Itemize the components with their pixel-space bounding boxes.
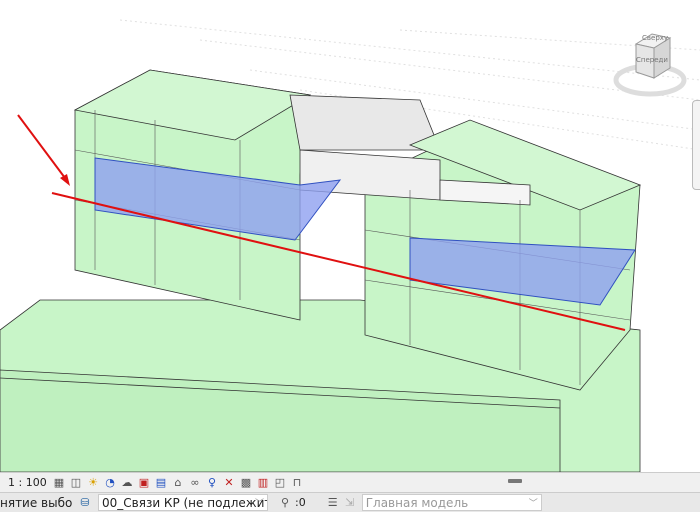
- chevron-down-icon: ﹀: [528, 499, 538, 509]
- visual-style-icon[interactable]: ◫: [69, 476, 83, 489]
- highlight-displacement-icon[interactable]: ▩: [239, 476, 253, 489]
- filter-icon[interactable]: ⚲: [278, 496, 292, 509]
- building-model: [0, 19, 700, 472]
- design-option-dropdown[interactable]: Главная модель ﹀: [361, 494, 542, 511]
- analytical-model-icon[interactable]: ◰: [273, 476, 287, 489]
- shadows-icon[interactable]: ◔: [103, 476, 117, 489]
- show-crop-icon[interactable]: ▤: [154, 476, 168, 489]
- unlock-3d-icon[interactable]: ⌂: [171, 476, 185, 489]
- viewcube-top-face[interactable]: Сверху: [642, 34, 668, 42]
- temporary-view-icon[interactable]: ✕: [222, 476, 236, 489]
- 3d-view-canvas[interactable]: Сверху Спереди: [0, 0, 700, 472]
- editable-only-icon[interactable]: ☰: [326, 496, 340, 509]
- viewcube[interactable]: Сверху Спереди: [612, 20, 700, 100]
- workset-icon: ⛁: [80, 496, 90, 509]
- reveal-constraints-icon[interactable]: ▥: [256, 476, 270, 489]
- status-message: нятие выбора.: [0, 495, 72, 510]
- view-scale[interactable]: 1 : 100: [0, 476, 52, 489]
- selection-count: :0: [295, 496, 306, 509]
- workset-value: 00_Связи КР (не подлежит редакт: [102, 495, 268, 510]
- panel-splitter-handle[interactable]: [508, 479, 522, 483]
- navigation-bar[interactable]: [692, 100, 700, 190]
- markup-red-arrow: [17, 114, 69, 183]
- viewcube-front-face[interactable]: Спереди: [636, 56, 668, 64]
- design-option-value: Главная модель: [365, 495, 469, 510]
- temporary-hide-icon[interactable]: ∞: [188, 476, 202, 489]
- view-control-bar: 1 : 100 ▦ ◫ ☀ ◔ ☁ ▣ ▤ ⌂ ∞ ♀ ✕ ▩ ▥ ◰ ⊓: [0, 472, 700, 492]
- render-icon[interactable]: ☁: [120, 476, 134, 489]
- workset-dropdown[interactable]: 00_Связи КР (не подлежит редакт ﹀: [98, 494, 268, 511]
- detail-level-icon[interactable]: ▦: [52, 476, 66, 489]
- chevron-down-icon: ﹀: [254, 499, 264, 509]
- design-options-icon[interactable]: ⇲: [343, 496, 357, 509]
- crop-icon[interactable]: ▣: [137, 476, 151, 489]
- status-bar: нятие выбора. ⛁ 00_Связи КР (не подлежит…: [0, 492, 700, 512]
- sun-path-icon[interactable]: ☀: [86, 476, 100, 489]
- reveal-hidden-icon[interactable]: ♀: [205, 476, 219, 489]
- worksharing-icon[interactable]: ⊓: [290, 476, 304, 489]
